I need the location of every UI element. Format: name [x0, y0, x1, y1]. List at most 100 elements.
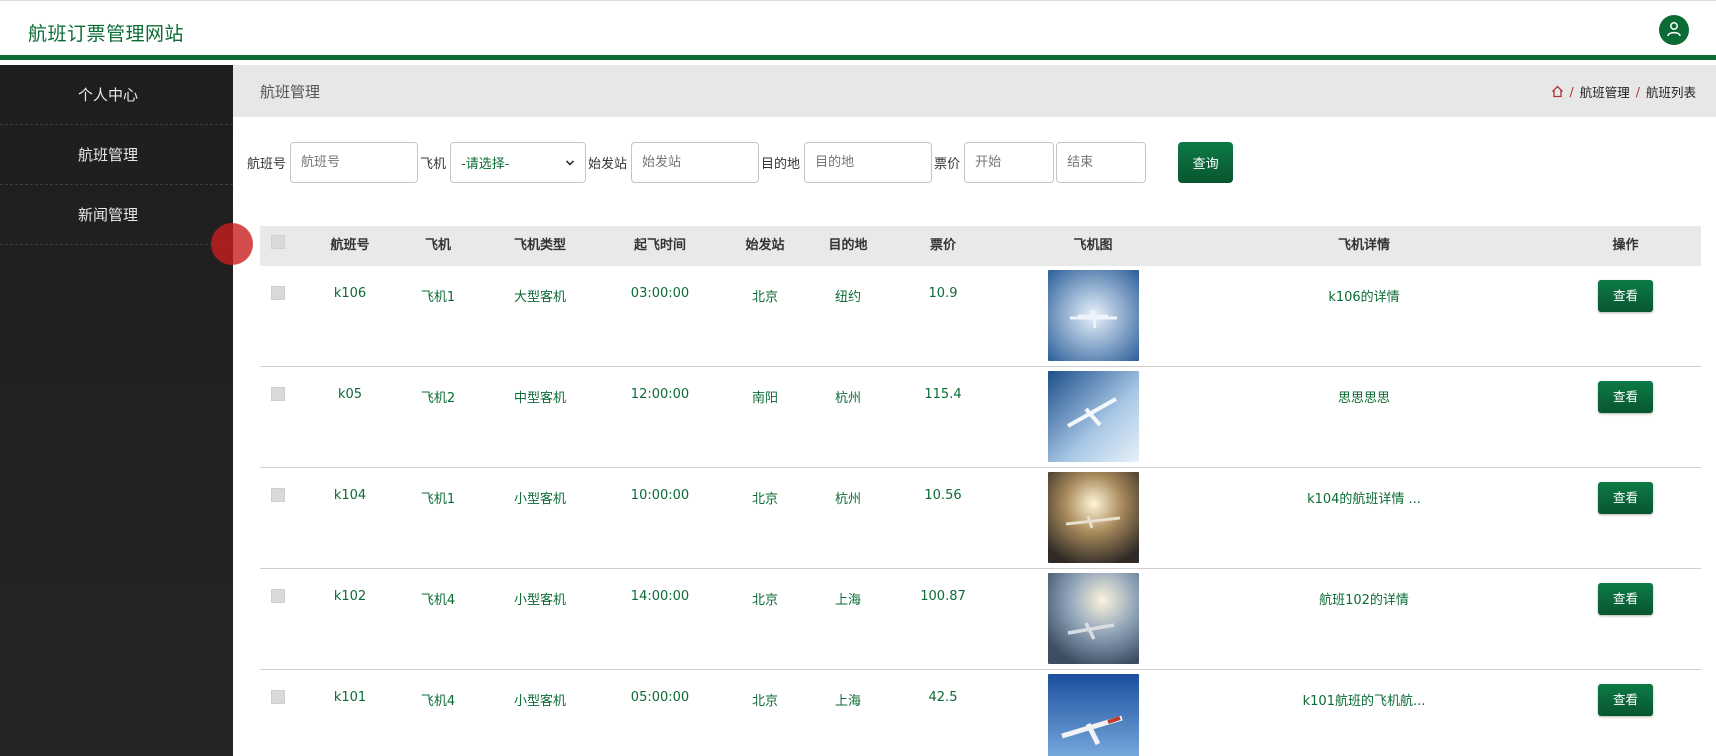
breadcrumb-item-flight-list: 航班列表 [1645, 85, 1696, 100]
price-cell: 10.56 [924, 488, 962, 503]
plane-select[interactable]: -请选择- [450, 142, 587, 183]
destination-input[interactable] [804, 142, 933, 183]
table-row: k104 飞机1 小型客机 10:00:00 北京 杭州 10.56 k104的… [260, 468, 1701, 569]
column-header: 目的地 [828, 238, 868, 253]
app-title: 航班订票管理网站 [28, 23, 185, 45]
plane-detail-cell: 思思思思 [1337, 391, 1390, 406]
search-bar: 航班号 飞机 -请选择- 始发站 目的地 票价 查询 [247, 142, 1234, 183]
row-checkbox[interactable] [271, 690, 285, 704]
origin-cell: 北京 [751, 694, 778, 709]
cursor-indicator [211, 223, 253, 265]
view-button[interactable]: 查看 [1598, 482, 1653, 514]
row-checkbox-cell [260, 367, 296, 405]
top-bar: 航班订票管理网站 [0, 0, 1716, 60]
column-header: 飞机 [424, 238, 451, 253]
search-button[interactable]: 查询 [1178, 142, 1234, 183]
destination-cell: 杭州 [834, 492, 861, 507]
origin-cell: 北京 [751, 290, 778, 305]
view-button[interactable]: 查看 [1598, 280, 1653, 312]
plane-image[interactable] [1047, 371, 1139, 462]
plane-detail-cell: k104的航班详情 ... [1307, 492, 1421, 507]
plane-type-cell: 小型客机 [513, 492, 566, 507]
flight-no-cell: k104 [333, 488, 367, 503]
column-header: 票价 [929, 238, 956, 253]
departure-time-cell: 05:00:00 [630, 690, 690, 705]
row-checkbox-cell [260, 266, 296, 304]
plane-image[interactable] [1047, 270, 1139, 361]
departure-time-cell: 14:00:00 [630, 589, 690, 604]
price-start-input[interactable] [964, 142, 1055, 183]
origin-cell: 北京 [751, 492, 778, 507]
row-checkbox-cell [260, 468, 296, 506]
price-cell: 42.5 [928, 690, 958, 705]
row-checkbox[interactable] [271, 488, 285, 502]
departure-time-cell: 10:00:00 [630, 488, 690, 503]
price-cell: 10.9 [928, 286, 958, 301]
flight-no-label: 航班号 [247, 157, 287, 172]
home-icon[interactable] [1551, 85, 1564, 98]
row-checkbox[interactable] [271, 589, 285, 603]
row-checkbox-cell [260, 670, 296, 708]
row-checkbox[interactable] [271, 286, 285, 300]
plane-label: 飞机 [420, 157, 447, 172]
action-cell: 查看 [1550, 569, 1701, 615]
sidebar-item-personal-center[interactable]: 个人中心 [0, 65, 233, 125]
table-header: 航班号 飞机 飞机类型 起飞时间 始发站 目的地 票价 飞机图 飞机详情 操作 [260, 226, 1701, 266]
sidebar-item-news-management[interactable]: 新闻管理 [0, 185, 233, 245]
action-cell: 查看 [1550, 266, 1701, 312]
price-cell: 115.4 [924, 387, 962, 402]
select-all-cell [260, 226, 296, 266]
plane-detail-cell: 航班102的详情 [1319, 593, 1409, 608]
row-checkbox-cell [260, 569, 296, 607]
price-cell: 100.87 [920, 589, 966, 604]
destination-cell: 杭州 [834, 391, 861, 406]
action-cell: 查看 [1550, 367, 1701, 413]
plane-image[interactable] [1047, 674, 1139, 756]
row-checkbox[interactable] [271, 387, 285, 401]
flight-no-cell: k101 [333, 690, 367, 705]
plane-image[interactable] [1047, 573, 1139, 664]
destination-cell: 上海 [834, 593, 861, 608]
plane-image-cell [1008, 670, 1178, 756]
plane-type-cell: 小型客机 [513, 593, 566, 608]
breadcrumb-item-flight-management[interactable]: 航班管理 [1580, 82, 1630, 101]
plane-image-cell [1008, 367, 1178, 466]
page-header: 航班管理 / 航班管理 / 航班列表 [233, 65, 1716, 117]
select-all-checkbox[interactable] [271, 235, 285, 249]
view-button[interactable]: 查看 [1598, 381, 1653, 413]
avatar[interactable] [1659, 15, 1689, 45]
sidebar-item-flight-management[interactable]: 航班管理 [0, 125, 233, 185]
user-icon [1667, 22, 1681, 37]
table-row: k102 飞机4 小型客机 14:00:00 北京 上海 100.87 航班10… [260, 569, 1701, 670]
flight-no-cell: k102 [333, 589, 367, 604]
origin-cell: 北京 [751, 593, 778, 608]
table-row: k106 飞机1 大型客机 03:00:00 北京 纽约 10.9 k106的详… [260, 266, 1701, 367]
plane-image[interactable] [1047, 472, 1139, 563]
plane-type-cell: 小型客机 [513, 694, 566, 709]
price-label: 票价 [934, 157, 961, 172]
plane-image-cell [1008, 468, 1178, 567]
plane-detail-cell: k101航班的飞机航... [1302, 694, 1426, 709]
plane-select-value: -请选择- [461, 157, 510, 172]
action-cell: 查看 [1550, 468, 1701, 514]
origin-input[interactable] [631, 142, 760, 183]
view-button[interactable]: 查看 [1598, 684, 1653, 716]
departure-time-cell: 12:00:00 [630, 387, 690, 402]
sidebar: 个人中心 航班管理 新闻管理 [0, 65, 233, 756]
origin-label: 始发站 [588, 157, 628, 172]
plane-detail-cell: k106的详情 [1328, 290, 1400, 305]
plane-cell: 飞机2 [420, 391, 456, 406]
destination-cell: 纽约 [834, 290, 861, 305]
origin-cell: 南阳 [751, 391, 778, 406]
flight-no-input[interactable] [290, 142, 419, 183]
flight-no-cell: k106 [333, 286, 367, 301]
flight-table: 航班号 飞机 飞机类型 起飞时间 始发站 目的地 票价 飞机图 飞机详情 操作 … [260, 226, 1701, 756]
price-end-input[interactable] [1056, 142, 1147, 183]
plane-image-cell [1008, 266, 1178, 365]
column-header: 飞机详情 [1337, 238, 1390, 253]
plane-type-cell: 大型客机 [513, 290, 566, 305]
view-button[interactable]: 查看 [1598, 583, 1653, 615]
table-row: k05 飞机2 中型客机 12:00:00 南阳 杭州 115.4 思思思思 查… [260, 367, 1701, 468]
column-header: 航班号 [330, 238, 370, 253]
chevron-down-icon [565, 159, 575, 166]
